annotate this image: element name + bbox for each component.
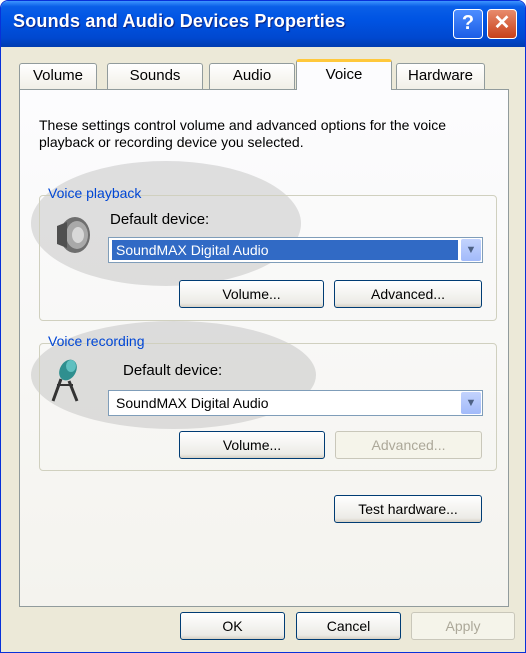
voice-playback-title: Voice playback [48,185,142,201]
tab-audio[interactable]: Audio [209,63,295,89]
recording-device-value: SoundMAX Digital Audio [116,395,269,411]
description-text: These settings control volume and advanc… [39,117,447,150]
speaker-icon [57,217,90,253]
chevron-down-icon[interactable]: ▼ [461,239,481,261]
playback-default-device-label: Default device: [110,211,210,228]
properties-window: Sounds and Audio Devices Properties ? ✕ … [0,0,526,653]
chevron-down-icon[interactable]: ▼ [461,392,481,414]
playback-volume-button[interactable]: Volume... [179,280,324,308]
tab-volume[interactable]: Volume [19,63,97,89]
playback-advanced-button[interactable]: Advanced... [334,280,482,308]
playback-device-value: SoundMAX Digital Audio [112,240,458,260]
playback-device-select[interactable]: SoundMAX Digital Audio ▼ [108,237,483,263]
tab-hardware[interactable]: Hardware [396,63,485,89]
window-title: Sounds and Audio Devices Properties [13,11,346,31]
close-button[interactable]: ✕ [487,9,517,39]
tab-voice[interactable]: Voice [296,59,392,90]
help-button[interactable]: ? [453,9,483,39]
recording-advanced-button: Advanced... [335,431,482,459]
recording-default-device-label: Default device: [123,362,223,379]
voice-recording-title: Voice recording [48,333,145,349]
recording-volume-button[interactable]: Volume... [179,431,325,459]
title-bar[interactable]: Sounds and Audio Devices Properties ? ✕ [1,1,525,47]
tab-sounds[interactable]: Sounds [107,63,203,89]
apply-button: Apply [411,612,515,640]
test-hardware-button[interactable]: Test hardware... [334,495,482,523]
recording-device-select[interactable]: SoundMAX Digital Audio ▼ [108,390,483,416]
ok-button[interactable]: OK [180,612,285,640]
microphone-icon [51,359,79,402]
cancel-button[interactable]: Cancel [296,612,401,640]
